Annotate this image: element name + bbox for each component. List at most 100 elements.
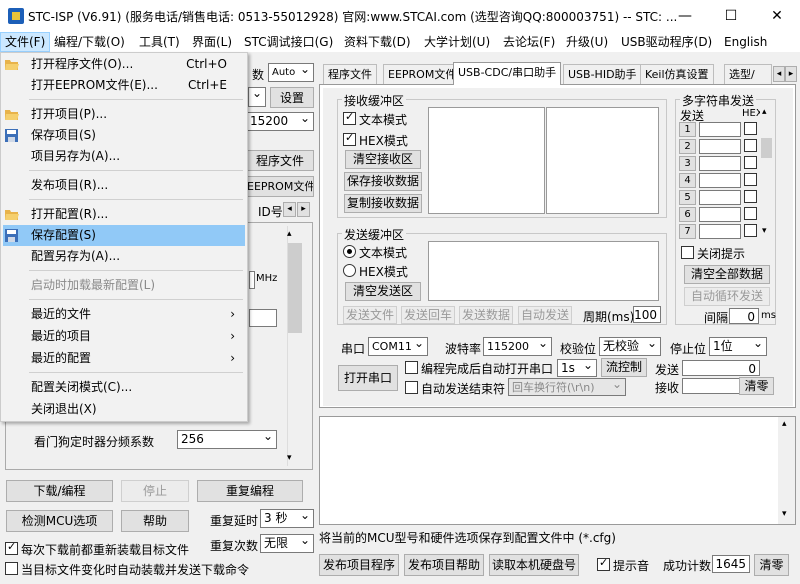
multi-send-input-6[interactable] xyxy=(699,207,741,222)
tab-usb-hid[interactable]: USB-HID助手 xyxy=(563,64,642,84)
multi-send-input-2[interactable] xyxy=(699,139,741,154)
clear-receive-button[interactable]: 清空接收区 xyxy=(345,150,421,169)
multi-hex-checkbox-5[interactable] xyxy=(744,190,757,203)
tab-program-file[interactable]: 程序文件 xyxy=(323,64,377,84)
tab-selection[interactable]: 选型/ xyxy=(724,64,772,84)
scroll-down-icon[interactable]: ▾ xyxy=(287,453,292,463)
period-input[interactable]: 100 xyxy=(633,306,661,323)
multi-send-button-3[interactable]: 3 xyxy=(679,156,696,171)
log-scroll-down-icon[interactable]: ▾ xyxy=(782,509,787,519)
multi-send-button-7[interactable]: 7 xyxy=(679,224,696,239)
send-text-area[interactable] xyxy=(428,241,659,301)
log-scrollbar[interactable] xyxy=(778,417,795,524)
option-select-edge[interactable] xyxy=(249,309,277,327)
menu-open-project[interactable]: 打开项目(P)... xyxy=(3,104,245,125)
multi-hex-checkbox-3[interactable] xyxy=(744,156,757,169)
multi-send-input-4[interactable] xyxy=(699,173,741,188)
check-mcu-options-button[interactable]: 检测MCU选项 xyxy=(6,510,113,532)
multi-string-scrollbar-thumb[interactable] xyxy=(761,138,772,158)
repeat-count-select[interactable]: 无限 xyxy=(260,534,314,553)
multi-hex-checkbox-7[interactable] xyxy=(744,224,757,237)
multi-send-button-4[interactable]: 4 xyxy=(679,173,696,188)
multi-send-button-1[interactable]: 1 xyxy=(679,122,696,137)
menu-program-download[interactable]: 编程/下载(O) xyxy=(50,32,129,52)
send-hex-mode-radio[interactable] xyxy=(343,264,356,277)
repeat-delay-select[interactable]: 3 秒 xyxy=(260,509,314,528)
clear-count-button[interactable]: 清零 xyxy=(739,377,774,395)
stop-bits-select[interactable]: 1位 xyxy=(709,337,767,356)
menu-config-close-mode[interactable]: 配置关闭模式(C)... xyxy=(3,377,245,398)
menu-save-project[interactable]: 保存项目(S) xyxy=(3,125,245,146)
multi-string-scrollbar[interactable] xyxy=(760,107,773,237)
maximize-button[interactable]: ☐ xyxy=(708,0,754,32)
menu-exit[interactable]: 关闭退出(X) xyxy=(3,399,245,420)
multi-hex-checkbox-1[interactable] xyxy=(744,122,757,135)
multi-hex-checkbox-2[interactable] xyxy=(744,139,757,152)
log-scroll-up-icon[interactable]: ▴ xyxy=(782,419,787,429)
menu-save-config[interactable]: 保存配置(S) xyxy=(3,225,245,246)
reprogram-button[interactable]: 重复编程 xyxy=(197,480,303,502)
tab-eeprom-file[interactable]: EEPROM文件 xyxy=(383,64,462,84)
menu-file[interactable]: 文件(F) xyxy=(0,32,51,52)
read-disk-id-button[interactable]: 读取本机硬盘号 xyxy=(489,554,579,576)
multi-hex-checkbox-4[interactable] xyxy=(744,173,757,186)
open-program-file-button[interactable]: 程序文件 xyxy=(246,150,314,171)
open-eeprom-file-button[interactable]: EEPROM文件 xyxy=(246,176,314,197)
menu-upgrade[interactable]: 升级(U) xyxy=(562,32,612,52)
settings-button[interactable]: 设置 xyxy=(270,87,314,108)
freq-select-edge[interactable] xyxy=(249,271,255,289)
menu-open-program-file[interactable]: 打开程序文件(O)... Ctrl+O xyxy=(3,54,245,75)
menu-open-eeprom-file[interactable]: 打开EEPROM文件(E)... Ctrl+E xyxy=(3,75,245,96)
send-text-mode-radio[interactable] xyxy=(343,245,356,258)
menu-docs-download[interactable]: 资料下载(D) xyxy=(340,32,415,52)
open-delay-select[interactable]: 1s xyxy=(557,359,597,377)
mcu-select-edge[interactable] xyxy=(248,87,266,107)
tabs-scroll-right-icon[interactable]: ▸ xyxy=(785,66,797,82)
receive-hex-mode-checkbox[interactable] xyxy=(343,131,356,146)
close-tips-checkbox[interactable] xyxy=(681,246,694,259)
multi-send-button-5[interactable]: 5 xyxy=(679,190,696,205)
save-receive-button[interactable]: 保存接收数据 xyxy=(344,172,422,191)
menu-tools[interactable]: 工具(T) xyxy=(135,32,184,52)
auto-select[interactable]: Auto xyxy=(268,63,314,82)
menu-usb-driver[interactable]: USB驱动程序(D) xyxy=(617,32,716,52)
auto-open-serial-checkbox[interactable] xyxy=(405,361,418,374)
menu-save-config-as[interactable]: 配置另存为(A)... xyxy=(3,246,245,267)
menu-university[interactable]: 大学计划(U) xyxy=(420,32,494,52)
clear-all-data-button[interactable]: 清空全部数据 xyxy=(684,265,770,284)
menu-recent-files[interactable]: 最近的文件 › xyxy=(3,304,245,325)
menu-stc-debug[interactable]: STC调试接口(G) xyxy=(240,32,337,52)
download-program-button[interactable]: 下载/编程 xyxy=(6,480,113,502)
watchdog-select[interactable]: 256 xyxy=(177,430,277,449)
help-button[interactable]: 帮助 xyxy=(121,510,189,532)
minimize-button[interactable]: — xyxy=(662,0,708,32)
flow-control-button[interactable]: 流控制 xyxy=(601,358,647,377)
multi-scroll-up-icon[interactable]: ▴ xyxy=(762,107,767,117)
output-log[interactable]: ▴ ▾ xyxy=(319,416,796,525)
menu-open-config[interactable]: 打开配置(R)... xyxy=(3,204,245,225)
tab-keil-debug[interactable]: Keil仿真设置 xyxy=(640,64,714,84)
multi-send-input-5[interactable] xyxy=(699,190,741,205)
options-scrollbar-thumb[interactable] xyxy=(288,243,302,333)
menu-save-project-as[interactable]: 项目另存为(A)... xyxy=(3,146,245,167)
beep-checkbox[interactable] xyxy=(597,556,610,571)
auto-send-end-checkbox[interactable] xyxy=(405,381,418,394)
publish-help-button[interactable]: 发布项目帮助 xyxy=(404,554,484,576)
parity-select[interactable]: 无校验 xyxy=(599,337,661,356)
baud-select[interactable]: 15200 xyxy=(246,112,314,131)
success-count-clear-button[interactable]: 清零 xyxy=(754,554,789,576)
auto-load-on-change-checkbox[interactable] xyxy=(5,562,18,575)
baud-rate-select[interactable]: 115200 xyxy=(483,337,552,356)
multi-send-input-1[interactable] xyxy=(699,122,741,137)
receive-hex-area[interactable] xyxy=(546,107,659,214)
copy-receive-button[interactable]: 复制接收数据 xyxy=(344,194,422,213)
menu-interface[interactable]: 界面(L) xyxy=(188,32,236,52)
receive-text-area[interactable] xyxy=(428,107,545,214)
tab-usb-cdc-serial[interactable]: USB-CDC/串口助手 xyxy=(453,62,562,85)
menu-publish-project[interactable]: 发布项目(R)... xyxy=(3,175,245,196)
receive-text-mode-checkbox[interactable] xyxy=(343,110,356,125)
menu-english[interactable]: English xyxy=(720,32,771,52)
scroll-up-icon[interactable]: ▴ xyxy=(287,229,292,239)
reload-before-download-checkbox[interactable] xyxy=(5,540,18,555)
open-serial-button[interactable]: 打开串口 xyxy=(338,365,398,391)
